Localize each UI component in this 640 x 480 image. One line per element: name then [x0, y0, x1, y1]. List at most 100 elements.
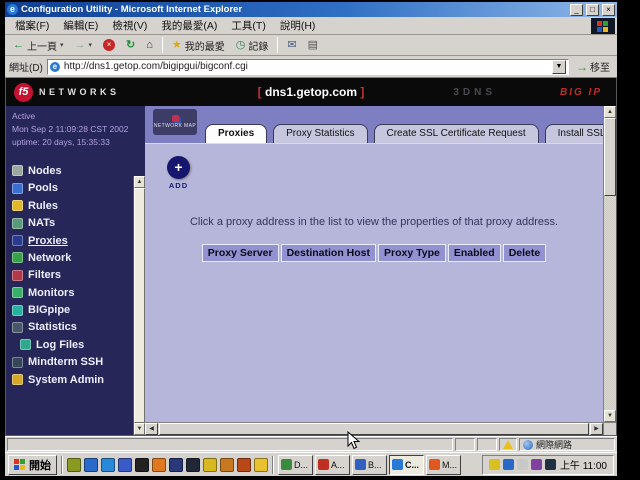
close-button[interactable]: × — [602, 4, 615, 16]
tray-icon[interactable] — [531, 459, 542, 470]
quick-launch-icon[interactable] — [101, 458, 115, 472]
system-info: Active Mon Sep 2 11:09:28 CST 2002 uptim… — [12, 110, 133, 148]
quick-launch-icon[interactable] — [203, 458, 217, 472]
quick-launch-icon[interactable] — [186, 458, 200, 472]
scroll-left-icon[interactable]: ◀ — [145, 423, 158, 435]
tray-icon[interactable] — [545, 459, 556, 470]
quick-launch-icon[interactable] — [169, 458, 183, 472]
forward-dropdown-icon[interactable] — [89, 38, 93, 52]
tab[interactable]: Install SSL Certif — [545, 124, 603, 143]
menu-item[interactable]: 說明(H) — [274, 17, 322, 34]
refresh-button[interactable] — [122, 38, 139, 52]
task-button[interactable]: B... — [352, 455, 387, 475]
scroll-up-icon[interactable]: ▲ — [134, 176, 145, 188]
maximize-button[interactable]: □ — [586, 4, 599, 16]
history-button[interactable]: 記錄 — [232, 37, 273, 54]
sidebar-item[interactable]: Network — [12, 249, 133, 266]
tab[interactable]: Proxies — [205, 124, 267, 143]
vertical-scrollbar[interactable]: ▲ ▼ — [603, 106, 616, 435]
task-button[interactable]: M... — [426, 455, 461, 475]
table-header-cell: Enabled — [448, 244, 501, 262]
status-alert-pane — [499, 438, 517, 451]
quick-launch-icon[interactable] — [135, 458, 149, 472]
scrollbar-track[interactable] — [604, 196, 616, 410]
back-dropdown-icon[interactable] — [60, 38, 64, 52]
tab[interactable]: Proxy Statistics — [273, 124, 367, 143]
task-button[interactable]: C... — [389, 455, 424, 475]
menu-item[interactable]: 工具(T) — [225, 17, 271, 34]
add-button[interactable]: + — [167, 156, 190, 179]
sidebar-item-label: Rules — [28, 200, 58, 212]
tab[interactable]: Create SSL Certificate Request — [374, 124, 539, 143]
minimize-button[interactable]: _ — [570, 4, 583, 16]
home-button[interactable] — [142, 38, 157, 52]
quick-launch-icon[interactable] — [254, 458, 268, 472]
tray-icon[interactable] — [517, 459, 528, 470]
sidebar-item-icon — [12, 183, 23, 194]
quick-launch-icon[interactable] — [220, 458, 234, 472]
menu-item[interactable]: 檔案(F) — [9, 17, 55, 34]
scroll-right-icon[interactable]: ▶ — [590, 423, 603, 435]
sidebar-item[interactable]: Proxies — [12, 232, 133, 249]
page-body: Active Mon Sep 2 11:09:28 CST 2002 uptim… — [6, 106, 616, 435]
go-button[interactable]: 移至 — [573, 59, 613, 74]
sidebar-item[interactable]: BIGpipe — [12, 301, 133, 318]
sidebar-item-label: System Admin — [28, 374, 104, 386]
quick-launch-icon[interactable] — [118, 458, 132, 472]
forward-button[interactable] — [71, 37, 97, 53]
sidebar-item[interactable]: Nodes — [12, 162, 133, 179]
task-icon — [355, 459, 366, 470]
menu-item[interactable]: 檢視(V) — [106, 17, 153, 34]
mouse-cursor — [347, 431, 360, 450]
sidebar-item[interactable]: Rules — [12, 197, 133, 214]
sidebar-item-icon — [12, 305, 23, 316]
window-titlebar[interactable]: e Configuration Utility - Microsoft Inte… — [5, 2, 617, 17]
sidebar-item[interactable]: Pools — [12, 180, 133, 197]
task-button[interactable]: D... — [278, 455, 313, 475]
sidebar-item[interactable]: NATs — [12, 214, 133, 231]
menu-item[interactable]: 編輯(E) — [57, 17, 104, 34]
scroll-up-icon[interactable]: ▲ — [604, 106, 616, 118]
hostname: [ dns1.getop.com ] — [258, 85, 365, 99]
sidebar-item[interactable]: Mindterm SSH — [12, 354, 133, 371]
sidebar-scrollbar[interactable]: ▲ ▼ — [133, 106, 145, 435]
address-label: 網址(D) — [9, 59, 43, 74]
stop-button[interactable] — [99, 38, 119, 52]
sidebar-item[interactable]: Monitors — [12, 284, 133, 301]
quick-launch-icon[interactable] — [67, 458, 81, 472]
back-button[interactable]: 上一頁 — [9, 37, 68, 54]
taskbar-separator — [61, 456, 63, 474]
quick-launch-icon[interactable] — [237, 458, 251, 472]
tray-icon[interactable] — [503, 459, 514, 470]
windows-logo-icon — [597, 21, 609, 32]
quick-launch-icon[interactable] — [84, 458, 98, 472]
scroll-down-icon[interactable]: ▼ — [134, 423, 145, 435]
task-icon — [281, 459, 292, 470]
scrollbar-thumb[interactable] — [159, 423, 589, 435]
scrollbar-thumb[interactable] — [604, 118, 616, 196]
mail-button[interactable] — [283, 38, 300, 52]
scrollbar-thumb[interactable] — [134, 188, 145, 423]
menu-item[interactable]: 我的最愛(A) — [155, 17, 223, 34]
sidebar-item[interactable]: Statistics — [12, 319, 133, 336]
sidebar: Active Mon Sep 2 11:09:28 CST 2002 uptim… — [6, 106, 133, 435]
start-button[interactable]: 開始 — [8, 455, 57, 475]
sidebar-item[interactable]: Log Files — [12, 336, 133, 353]
toolbar-separator — [162, 37, 163, 53]
tray-icon[interactable] — [489, 459, 500, 470]
favorites-button[interactable]: 我的最愛 — [168, 37, 229, 54]
task-button[interactable]: A... — [315, 455, 350, 475]
quick-launch-icon[interactable] — [152, 458, 166, 472]
instruction-text: Click a proxy address in the list to vie… — [145, 216, 603, 228]
taskbar-separator — [272, 456, 274, 474]
sidebar-item[interactable]: Filters — [12, 267, 133, 284]
page-icon: e — [50, 62, 60, 72]
sidebar-item[interactable]: System Admin — [12, 371, 133, 388]
scroll-down-icon[interactable]: ▼ — [604, 410, 616, 422]
address-input[interactable]: e http://dns1.getop.com/bigipgui/bigconf… — [47, 59, 569, 75]
horizontal-scrollbar[interactable]: ◀ ▶ — [145, 422, 603, 435]
security-zone-pane: 網際網路 — [519, 438, 615, 451]
print-button[interactable] — [304, 38, 322, 52]
network-map-button[interactable]: NETWORK MAP — [153, 109, 197, 135]
address-dropdown-icon[interactable]: ▼ — [552, 60, 566, 74]
